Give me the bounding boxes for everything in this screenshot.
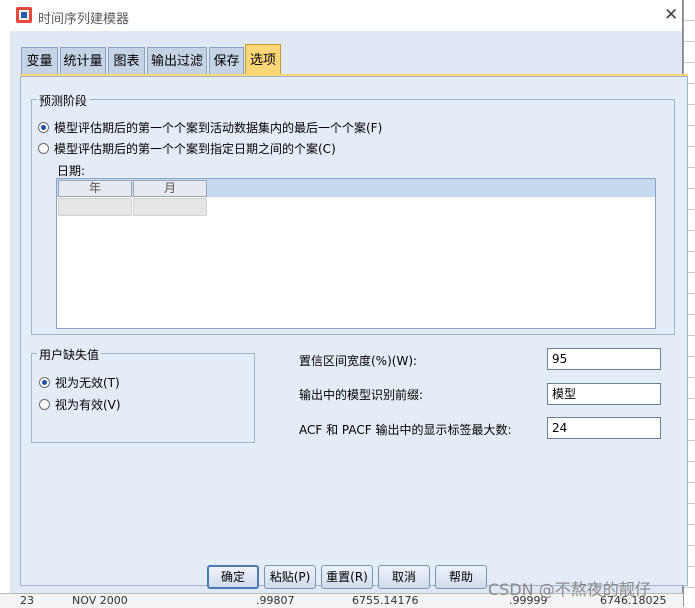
radio-button-checked[interactable]	[39, 377, 50, 388]
tab-plots[interactable]: 图表	[108, 47, 145, 74]
spss-app-icon	[16, 7, 32, 23]
date-label: 日期:	[57, 164, 86, 178]
user-missing-values-group: 用户缺失值 视为无效(T) 视为有效(V)	[31, 346, 255, 443]
cancel-button[interactable]: 取消	[378, 565, 430, 589]
radio-treat-as-invalid[interactable]: 视为无效(T)	[39, 374, 120, 391]
time-series-modeler-dialog: 时间序列建模器 ✕ 变量 统计量 图表 输出过滤 保存 选项 预测阶段 模型评估…	[0, 0, 688, 593]
title-bar[interactable]: 时间序列建模器 ✕	[0, 0, 682, 31]
date-grid-header-month: 月	[133, 180, 207, 197]
tab-output-filter[interactable]: 输出过滤	[147, 47, 207, 74]
forecast-period-legend: 预测阶段	[37, 92, 90, 109]
bg-row-date: NOV 2000	[72, 594, 128, 607]
ci-width-label: 置信区间宽度(%)(W):	[299, 354, 418, 368]
radio-treat-as-valid[interactable]: 视为有效(V)	[39, 396, 121, 413]
max-lags-label: ACF 和 PACF 输出中的显示标签最大数:	[299, 423, 512, 437]
max-lags-input[interactable]: 24	[547, 417, 661, 439]
radio-first-to-last-label: 模型评估期后的第一个个案到活动数据集内的最后一个个案(F)	[54, 121, 383, 135]
radio-button-checked[interactable]	[38, 122, 49, 133]
csdn-watermark: CSDN @不熬夜的靓仔	[488, 580, 651, 599]
radio-treat-as-valid-label: 视为有效(V)	[55, 398, 121, 412]
radio-button-unchecked[interactable]	[38, 143, 49, 154]
radio-treat-as-invalid-label: 视为无效(T)	[55, 376, 120, 390]
window-title: 时间序列建模器	[38, 12, 130, 27]
reset-button[interactable]: 重置(R)	[321, 565, 373, 589]
bg-row-number: 23	[20, 594, 34, 607]
bg-row-v2: 6755.14176	[352, 594, 419, 607]
bg-row-v1: .99807	[256, 594, 295, 607]
radio-first-to-date-label: 模型评估期后的第一个个案到指定日期之间的个案(C)	[54, 142, 336, 156]
dialog-client-area: 变量 统计量 图表 输出过滤 保存 选项 预测阶段 模型评估期后的第一个个案到活…	[10, 31, 688, 593]
model-prefix-input[interactable]: 模型	[547, 383, 661, 405]
radio-first-to-date[interactable]: 模型评估期后的第一个个案到指定日期之间的个案(C)	[38, 140, 336, 157]
radio-button-unchecked[interactable]	[39, 399, 50, 410]
forecast-period-group: 预测阶段 模型评估期后的第一个个案到活动数据集内的最后一个个案(F) 模型评估期…	[31, 92, 675, 335]
close-icon[interactable]: ✕	[664, 5, 678, 25]
user-missing-values-legend: 用户缺失值	[37, 346, 102, 363]
radio-first-to-last[interactable]: 模型评估期后的第一个个案到活动数据集内的最后一个个案(F)	[38, 119, 382, 136]
date-grid-header-year: 年	[58, 180, 132, 197]
tab-variables[interactable]: 变量	[21, 47, 58, 74]
tab-save[interactable]: 保存	[209, 47, 244, 74]
tab-options[interactable]: 选项	[245, 44, 281, 75]
options-tab-panel: 预测阶段 模型评估期后的第一个个案到活动数据集内的最后一个个案(F) 模型评估期…	[20, 76, 688, 586]
ci-width-input[interactable]: 95	[547, 348, 661, 370]
paste-button[interactable]: 粘贴(P)	[264, 565, 316, 589]
ok-button[interactable]: 确定	[207, 565, 259, 589]
date-grid-cell-month[interactable]	[133, 198, 207, 216]
tab-statistics[interactable]: 统计量	[60, 47, 106, 74]
date-grid-header-row: 年 月	[57, 179, 655, 197]
date-grid-cell-year[interactable]	[58, 198, 132, 216]
date-grid[interactable]: 年 月	[56, 178, 656, 329]
help-button[interactable]: 帮助	[435, 565, 487, 589]
model-prefix-label: 输出中的模型识别前缀:	[299, 388, 424, 402]
